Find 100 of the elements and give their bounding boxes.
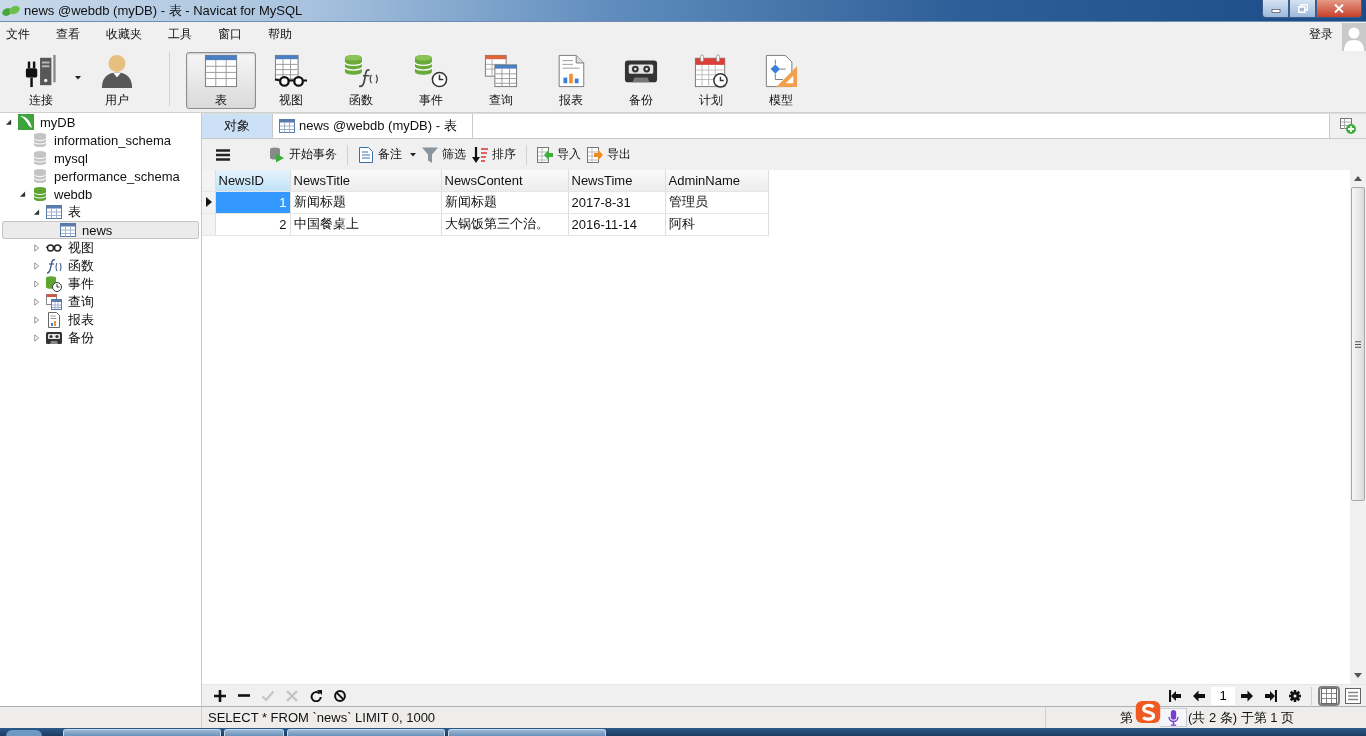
login-link[interactable]: 登录: [1309, 22, 1333, 46]
toolbar-button[interactable]: 模型: [746, 52, 816, 109]
current-row-icon: [206, 197, 212, 207]
row-header-cell[interactable]: [202, 213, 215, 235]
column-header[interactable]: NewsContent: [441, 170, 568, 191]
database-play-icon: [269, 146, 285, 163]
column-header[interactable]: AdminName: [665, 170, 768, 191]
table-cell[interactable]: 中国餐桌上: [290, 213, 441, 235]
tree-item[interactable]: performance_schema: [0, 167, 180, 185]
tree-item[interactable]: myDB: [0, 113, 76, 131]
toolbar-button[interactable]: 表: [186, 52, 256, 109]
menu-item[interactable]: 查看: [56, 22, 80, 46]
table-cell[interactable]: 阿科: [665, 213, 768, 235]
minus-icon: [238, 694, 250, 697]
ime-toolbar[interactable]: [1160, 708, 1187, 727]
tree-item[interactable]: 表: [0, 203, 81, 221]
cross-icon: [286, 689, 298, 702]
tree-item[interactable]: 报表: [0, 311, 94, 329]
right-arrow-icon: [1241, 689, 1253, 702]
refresh-icon: [310, 689, 322, 702]
toolbar-button[interactable]: 视图: [256, 52, 326, 109]
check-icon: [262, 689, 274, 702]
tree-item[interactable]: 视图: [0, 239, 94, 257]
column-header[interactable]: NewsTime: [568, 170, 665, 191]
grid-view-button[interactable]: [1318, 685, 1340, 706]
status-text: 第: [1120, 708, 1133, 727]
microphone-icon[interactable]: [1167, 709, 1179, 726]
menu-item[interactable]: 收藏夹: [106, 22, 142, 46]
tree-arrow-icon[interactable]: [19, 190, 26, 198]
leaves-icon: [2, 3, 20, 18]
minimize-button[interactable]: [1262, 0, 1289, 18]
close-button[interactable]: [1316, 0, 1362, 18]
form-view-button[interactable]: [1342, 685, 1364, 706]
grid-icon: [1321, 687, 1337, 704]
table-icon: [46, 204, 62, 220]
tree-item[interactable]: 备份: [0, 329, 94, 347]
restore-icon: [1297, 4, 1308, 13]
toolbar-button[interactable]: 导入: [534, 143, 584, 166]
cassette-icon: [46, 330, 62, 346]
close-icon: [1334, 4, 1344, 13]
toolbar-button[interactable]: 函数: [326, 52, 396, 109]
tree-item[interactable]: webdb: [0, 185, 93, 203]
row-header-cell[interactable]: [202, 191, 215, 213]
toolbar-button[interactable]: 用户: [82, 52, 152, 109]
toolbar-button[interactable]: 备份: [606, 52, 676, 109]
sql-text: SELECT * FROM `news` LIMIT 0, 1000: [208, 710, 436, 725]
menu-item[interactable]: 文件: [6, 22, 30, 46]
table-cell[interactable]: 2017-8-31: [568, 191, 665, 213]
column-header[interactable]: NewsID: [215, 170, 290, 191]
toolbar-button[interactable]: 查询: [466, 52, 536, 109]
table-glasses-icon: [274, 54, 308, 88]
plus-icon: [214, 689, 226, 702]
toolbar-button[interactable]: 连接: [6, 52, 82, 109]
table-cell[interactable]: 新闻标题: [441, 191, 568, 213]
tree-arrow-icon[interactable]: [33, 208, 40, 216]
menu-icon: [216, 148, 230, 161]
menu-item[interactable]: 工具: [168, 22, 192, 46]
toolbar-button[interactable]: 排序: [469, 143, 519, 166]
tree-arrow-icon[interactable]: [5, 118, 12, 126]
tree-item[interactable]: 函数: [0, 257, 94, 275]
table-cell[interactable]: 大锅饭第三个治。: [441, 213, 568, 235]
tree-item[interactable]: 查询: [0, 293, 94, 311]
tree-item[interactable]: news: [2, 221, 199, 239]
tree-item[interactable]: information_schema: [0, 131, 172, 149]
table-cell[interactable]: 2: [215, 213, 290, 235]
start-button[interactable]: [6, 730, 42, 736]
restore-button[interactable]: [1289, 0, 1316, 18]
toolbar-button[interactable]: 导出: [584, 143, 634, 166]
table-cell[interactable]: 管理员: [665, 191, 768, 213]
tab[interactable]: 对象: [202, 114, 273, 138]
diagram-document-icon: [764, 54, 798, 88]
database-function-icon: [344, 54, 378, 88]
tree-item[interactable]: 事件: [0, 275, 94, 293]
scroll-down-icon[interactable]: [1354, 673, 1362, 678]
page-field[interactable]: 1: [1211, 686, 1235, 705]
menu-item[interactable]: 帮助: [268, 22, 292, 46]
table-plus-icon[interactable]: [1340, 118, 1356, 134]
toolbar-button[interactable]: 事件: [396, 52, 466, 109]
toolbar-button[interactable]: 报表: [536, 52, 606, 109]
toolbar-button[interactable]: 开始事务: [266, 143, 340, 166]
toolbar-button[interactable]: 筛选: [419, 143, 469, 166]
grip-icon: [1355, 340, 1361, 348]
scroll-up-icon[interactable]: [1354, 176, 1362, 181]
function-icon: [46, 258, 62, 274]
sort-icon: [472, 146, 488, 163]
column-header[interactable]: NewsTitle: [290, 170, 441, 191]
toolbar-button[interactable]: 备注: [355, 143, 419, 166]
document-icon: [358, 146, 374, 163]
menu-item[interactable]: 窗口: [218, 22, 242, 46]
table-icon: [279, 118, 295, 134]
toolbar-button[interactable]: 计划: [676, 52, 746, 109]
table-cell[interactable]: 2016-11-14: [568, 213, 665, 235]
settings-icon: [1289, 689, 1301, 702]
tree-item[interactable]: mysql: [0, 149, 88, 167]
table-cell[interactable]: 新闻标题: [290, 191, 441, 213]
scrollbar-thumb[interactable]: [1351, 187, 1365, 501]
vertical-scrollbar[interactable]: [1350, 170, 1366, 684]
table-icon: [204, 54, 238, 88]
database-clock-icon: [46, 276, 62, 292]
tables-icon: [46, 294, 62, 310]
